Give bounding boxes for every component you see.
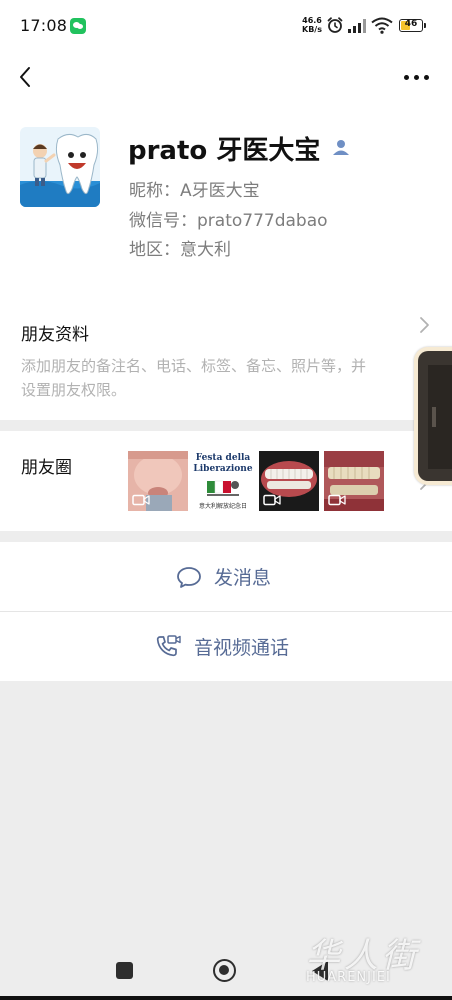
profile-screen: 17:08 46.6 KB/s 46 prato 牙医大宝 昵称：A牙医大宝 微…	[0, 0, 452, 1000]
signal-icon	[348, 19, 366, 33]
more-button[interactable]	[400, 64, 434, 90]
av-call-content: 音视频通话	[154, 612, 289, 681]
watermark: 华人街 HUARENJIEI	[300, 928, 442, 988]
wechat-notification-icon	[70, 18, 86, 34]
chat-bubble-icon	[177, 566, 201, 588]
name-row: prato 牙医大宝	[128, 130, 351, 166]
av-call-button[interactable]: 音视频通话	[0, 612, 452, 681]
region: 地区：意大利	[129, 240, 231, 260]
friend-info-title: 朋友资料	[21, 325, 89, 345]
back-button[interactable]	[12, 62, 40, 92]
send-message-button[interactable]: 发消息	[0, 542, 452, 611]
moments-row[interactable]: 朋友圈 Festa della Liberazione 意大利解放纪念日	[0, 431, 452, 531]
moments-thumbnail-teeth-1[interactable]	[259, 451, 319, 511]
alarm-icon	[327, 17, 343, 33]
video-camera-icon	[328, 494, 346, 506]
battery-tip	[424, 23, 426, 28]
floating-video-window[interactable]	[414, 347, 452, 485]
moments-title: 朋友圈	[21, 458, 72, 478]
watermark-en: HUARENJIEI	[306, 970, 391, 985]
display-name: prato 牙医大宝	[128, 136, 321, 166]
nav-home-button[interactable]	[213, 959, 236, 982]
nav-recents-button[interactable]	[116, 962, 133, 979]
moments-thumbnail-face[interactable]	[128, 451, 188, 511]
poster-text-2: Liberazione	[193, 464, 253, 474]
friend-info-description: 添加朋友的备注名、电话、标签、备忘、照片等，并 设置朋友权限。	[21, 354, 421, 402]
battery-level: 46	[404, 19, 418, 29]
network-speed: 46.6 KB/s	[299, 16, 325, 34]
video-camera-icon	[132, 494, 150, 506]
chevron-left-icon	[20, 67, 30, 87]
poster-text-1: Festa della	[195, 453, 251, 463]
nav-home-dot	[219, 965, 229, 975]
more-dot	[404, 75, 409, 80]
poster-text-3: 意大利解放纪念日	[198, 503, 247, 510]
wifi-icon	[371, 17, 393, 34]
chevron-right-icon	[420, 317, 429, 333]
phone-video-icon	[156, 634, 181, 656]
bottom-edge	[0, 996, 452, 1000]
friend-info-desc-line1: 添加朋友的备注名、电话、标签、备忘、照片等，并	[21, 357, 367, 375]
wechat-id: 微信号：prato777dabao	[129, 211, 328, 231]
nickname: 昵称：A牙医大宝	[129, 181, 260, 201]
send-message-label: 发消息	[214, 567, 272, 589]
status-bar: 17:08 46.6 KB/s 46	[0, 0, 452, 54]
profile-card: prato 牙医大宝 昵称：A牙医大宝 微信号：prato777dabao 地区…	[0, 54, 452, 420]
contact-person-icon	[331, 137, 351, 161]
actions-card: 发消息 音视频通话	[0, 542, 452, 681]
tooth-cartoon-icon	[20, 127, 100, 207]
moments-thumbnail-teeth-2[interactable]	[324, 451, 384, 511]
network-speed-unit: KB/s	[302, 25, 322, 34]
video-camera-icon	[263, 494, 281, 506]
italian-flag-illustration	[207, 480, 239, 496]
network-speed-value: 46.6	[302, 16, 322, 25]
avatar[interactable]	[20, 127, 100, 207]
av-call-label: 音视频通话	[194, 637, 290, 659]
battery-icon: 46	[399, 19, 423, 32]
moments-thumbnail-poster[interactable]: Festa della Liberazione 意大利解放纪念日	[193, 451, 253, 511]
friend-info-desc-line2: 设置朋友权限。	[21, 381, 127, 399]
more-dot	[424, 75, 429, 80]
send-message-content: 发消息	[176, 542, 271, 611]
floating-video-preview	[414, 347, 452, 485]
status-time: 17:08	[20, 16, 68, 35]
more-dot	[414, 75, 419, 80]
